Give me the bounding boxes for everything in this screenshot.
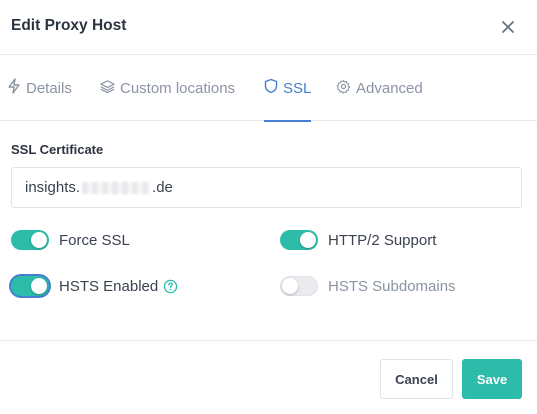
tab-advanced[interactable]: Advanced: [336, 55, 423, 121]
tab-bar: Details Custom locations SSL Advanced: [0, 55, 537, 122]
tab-advanced-label: Advanced: [356, 79, 423, 97]
redacted-domain: [82, 181, 151, 194]
cancel-button[interactable]: Cancel: [380, 359, 453, 399]
tab-ssl-label: SSL: [283, 79, 312, 97]
ssl-certificate-label: SSL Certificate: [11, 142, 104, 157]
close-icon[interactable]: [497, 16, 519, 38]
tab-details[interactable]: Details: [7, 55, 72, 121]
certificate-prefix: insights.: [25, 179, 81, 196]
tab-custom-locations-label: Custom locations: [120, 79, 236, 97]
bolt-icon: [7, 78, 26, 98]
ssl-certificate-select[interactable]: insights. .de: [11, 167, 522, 208]
footer-divider: [0, 340, 537, 341]
modal-title: Edit Proxy Host: [11, 17, 127, 34]
certificate-suffix: .de: [152, 179, 173, 196]
help-icon[interactable]: [163, 279, 178, 294]
hsts-enabled-row: HSTS Enabled: [11, 273, 178, 299]
force-ssl-toggle[interactable]: [11, 230, 49, 250]
hsts-subdomains-toggle[interactable]: [280, 276, 318, 296]
hsts-enabled-label: HSTS Enabled: [59, 277, 159, 295]
http2-row: HTTP/2 Support: [280, 227, 436, 253]
http2-support-label: HTTP/2 Support: [328, 231, 437, 249]
hsts-subdomains-label: HSTS Subdomains: [328, 277, 456, 295]
hsts-enabled-toggle[interactable]: [11, 276, 49, 296]
hsts-subdomains-row: HSTS Subdomains: [280, 273, 456, 299]
force-ssl-label: Force SSL: [59, 231, 130, 249]
tab-custom-locations[interactable]: Custom locations: [100, 55, 235, 121]
shield-icon: [264, 78, 283, 98]
save-button[interactable]: Save: [462, 359, 522, 399]
tab-details-label: Details: [26, 79, 72, 97]
modal-header: Edit Proxy Host: [0, 0, 537, 55]
gear-icon: [336, 79, 356, 98]
edit-proxy-host-modal: Edit Proxy Host Details Custom locations…: [0, 0, 537, 414]
http2-support-toggle[interactable]: [280, 230, 318, 250]
force-ssl-row: Force SSL: [11, 227, 130, 253]
tab-ssl[interactable]: SSL: [264, 55, 312, 122]
layers-icon: [100, 79, 120, 98]
